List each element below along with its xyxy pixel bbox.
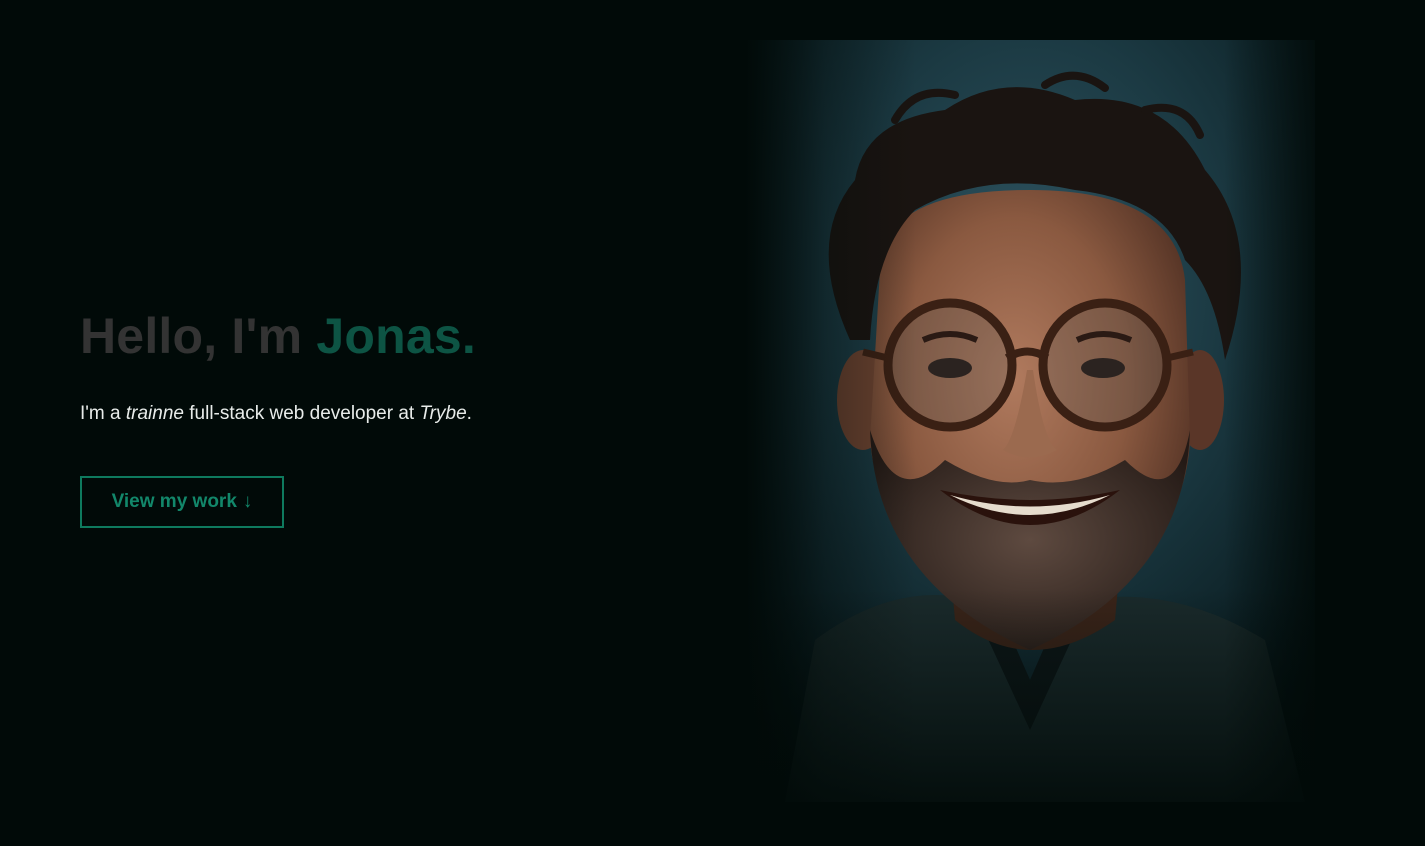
tagline-middle: full-stack web developer at [183,403,420,424]
name-text: Jonas. [316,308,476,364]
hero-headline: Hello, I'm Jonas. [80,305,700,367]
view-my-work-button[interactable]: View my work ↓ [80,476,284,528]
hero-section: Hello, I'm Jonas. I'm a trainne full-sta… [0,0,1425,846]
portrait-photo [745,40,1315,802]
tagline-suffix: . [466,403,472,424]
greeting-text: Hello, I'm [80,308,317,364]
tagline-company: Trybe [419,403,467,424]
intro-block: Hello, I'm Jonas. I'm a trainne full-sta… [80,305,700,427]
arrow-down-icon: ↓ [242,491,253,512]
tagline-emphasis: trainne [125,403,184,424]
view-my-work-label: View my work [111,491,237,512]
tagline-prefix: I'm a [80,403,126,424]
hero-tagline: I'm a trainne full-stack web developer a… [80,401,700,427]
portrait-illustration [745,40,1315,802]
